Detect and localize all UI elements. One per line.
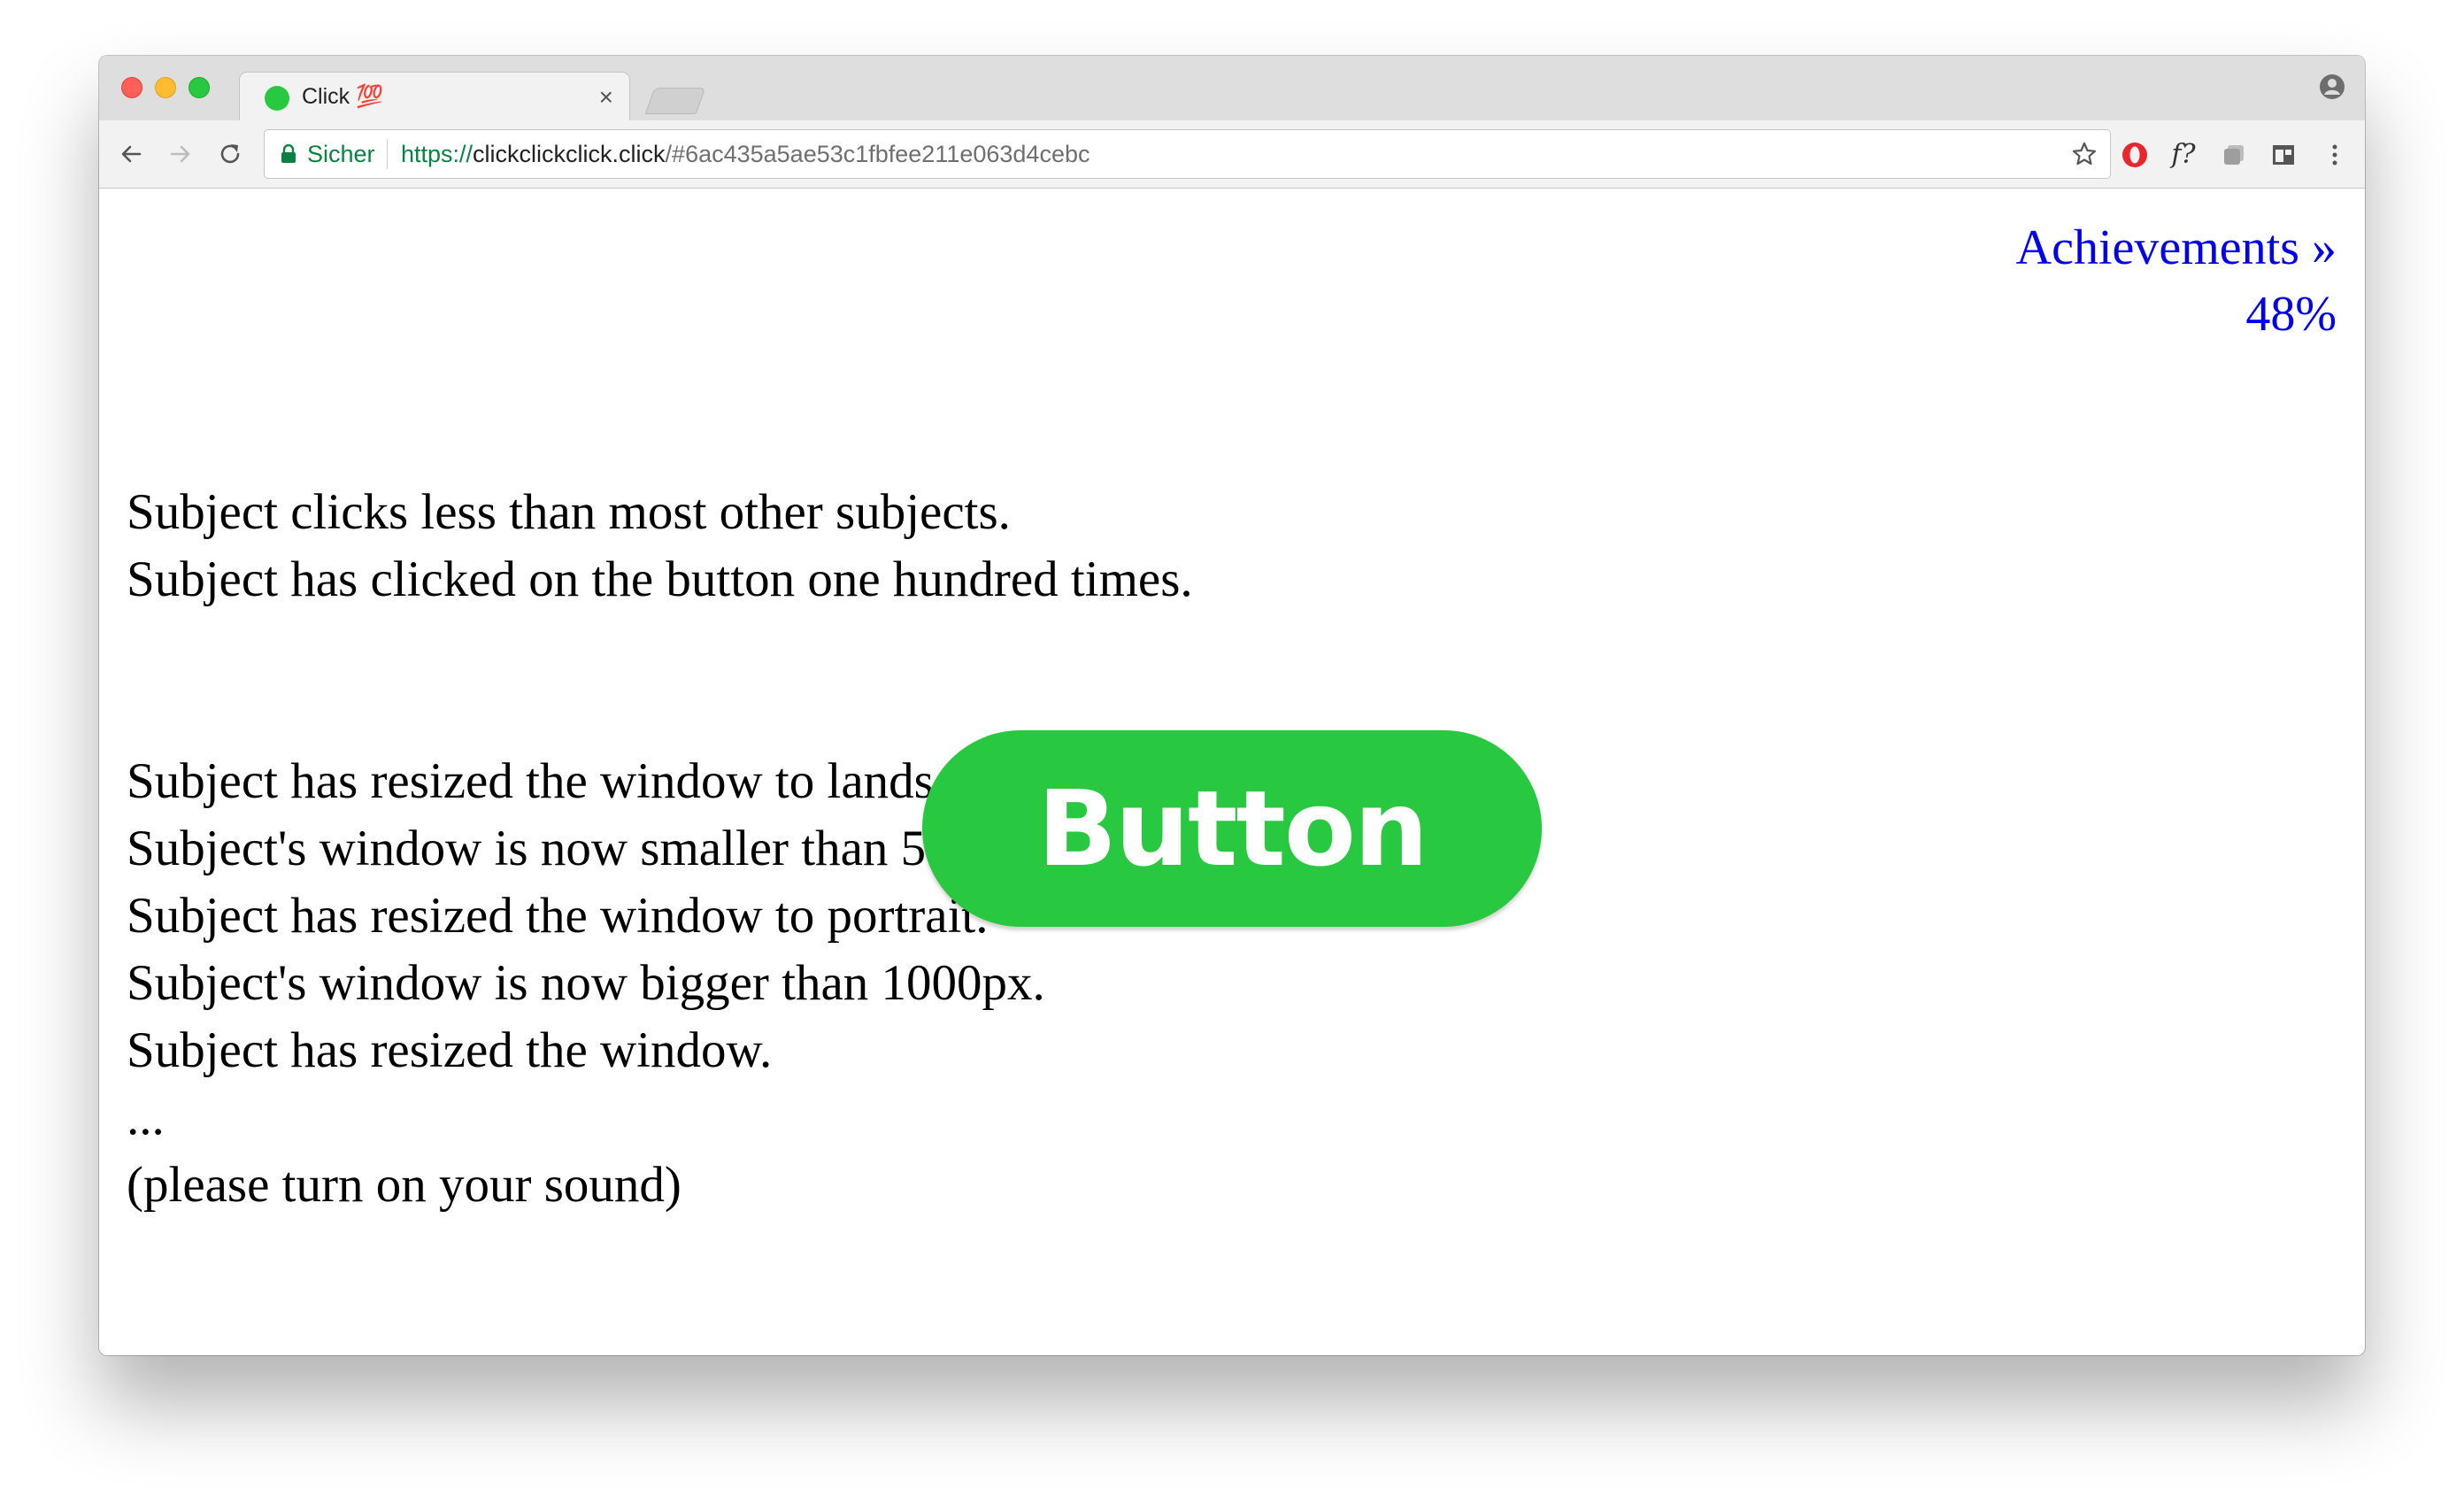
close-window-button[interactable] bbox=[121, 77, 142, 98]
tab-strip: Click 💯 × bbox=[99, 56, 2365, 121]
secure-label: Sicher bbox=[307, 141, 375, 167]
log-spacer bbox=[127, 613, 1193, 748]
log-line: ... bbox=[127, 1090, 165, 1145]
reload-button[interactable] bbox=[212, 136, 248, 172]
url-path: /#6ac435a5ae53c1fbfee211e063d4cebc bbox=[665, 141, 1090, 167]
url-scheme: https:// bbox=[401, 141, 474, 167]
menu-icon bbox=[2332, 144, 2337, 166]
sound-hint: (please turn on your sound) bbox=[127, 1157, 681, 1213]
browser-toolbar: Sicher https://clickclickclick.click/#6a… bbox=[99, 120, 2365, 189]
page-content: Achievements » 48% Subject clicks less t… bbox=[99, 189, 2365, 1355]
log-line: Subject has resized the window. bbox=[127, 1022, 773, 1078]
ghost-icon bbox=[2224, 145, 2244, 165]
dark-mode-icon bbox=[2273, 145, 2294, 165]
star-icon[interactable] bbox=[2071, 141, 2098, 167]
url-text[interactable]: https://clickclickclick.click/#6ac435a5a… bbox=[401, 141, 1090, 168]
opera-extension-button[interactable] bbox=[2120, 140, 2150, 170]
address-bar[interactable]: Sicher https://clickclickclick.click/#6a… bbox=[264, 129, 2111, 179]
back-icon bbox=[121, 145, 142, 163]
forward-icon bbox=[170, 145, 190, 163]
favicon-icon bbox=[265, 86, 289, 111]
main-button[interactable]: Button bbox=[922, 730, 1542, 927]
back-button[interactable] bbox=[113, 136, 149, 172]
reload-icon bbox=[220, 144, 240, 164]
ghost-extension-button[interactable] bbox=[2219, 140, 2249, 170]
tab-click[interactable]: Click 💯 × bbox=[239, 72, 630, 121]
lock-icon bbox=[281, 144, 296, 163]
log-line: Subject has clicked on the button one hu… bbox=[127, 551, 1193, 607]
tab-close-icon[interactable]: × bbox=[599, 81, 613, 113]
new-tab-button[interactable] bbox=[644, 88, 706, 114]
browser-window: Click 💯 × Sicher https://clickclickclick… bbox=[99, 56, 2365, 1355]
log-line: Subject clicks less than most other subj… bbox=[127, 484, 1011, 540]
achievements-percent[interactable]: 48% bbox=[2016, 281, 2337, 348]
browser-menu-button[interactable] bbox=[2320, 140, 2350, 170]
url-host: clickclickclick.click bbox=[473, 141, 666, 167]
opera-icon bbox=[2122, 143, 2147, 167]
achievements-link[interactable]: Achievements » bbox=[2016, 215, 2337, 281]
address-divider bbox=[387, 139, 388, 169]
log-line: Subject's window is now bigger than 1000… bbox=[127, 955, 1045, 1011]
achievements: Achievements » 48% bbox=[2016, 215, 2337, 348]
zoom-window-button[interactable] bbox=[189, 77, 210, 98]
forward-button[interactable] bbox=[163, 136, 198, 172]
font-extension-button[interactable]: f? bbox=[2168, 140, 2198, 170]
tab-title: Click 💯 bbox=[302, 84, 384, 109]
dark-mode-extension-button[interactable] bbox=[2268, 140, 2298, 170]
profile-icon[interactable] bbox=[2319, 73, 2345, 100]
minimize-window-button[interactable] bbox=[155, 77, 176, 98]
